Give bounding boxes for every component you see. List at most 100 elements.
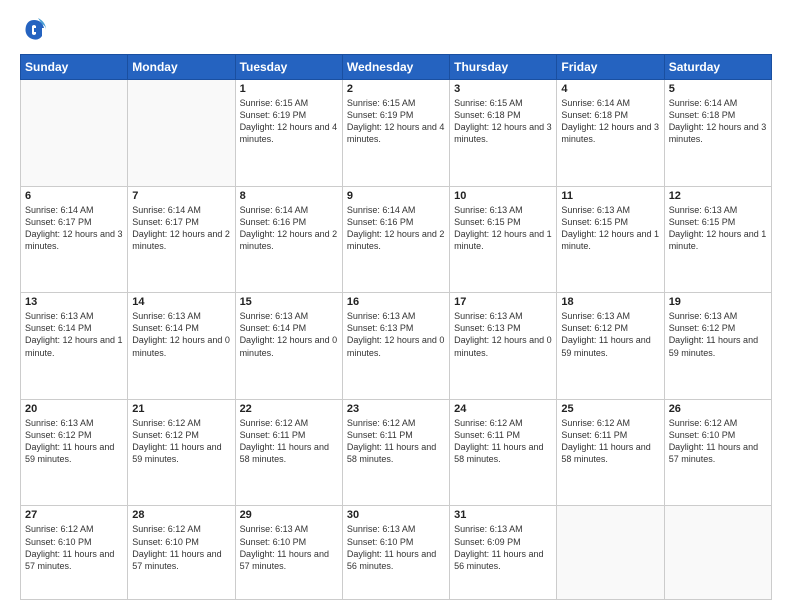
day-info: Sunrise: 6:12 AM Sunset: 6:11 PM Dayligh… — [240, 417, 338, 466]
day-number: 25 — [561, 403, 659, 415]
day-info: Sunrise: 6:12 AM Sunset: 6:10 PM Dayligh… — [669, 417, 767, 466]
day-cell: 11 Sunrise: 6:13 AM Sunset: 6:15 PM Dayli… — [557, 186, 664, 293]
week-row-4: 20 Sunrise: 6:13 AM Sunset: 6:12 PM Dayli… — [21, 399, 772, 506]
week-row-5: 27 Sunrise: 6:12 AM Sunset: 6:10 PM Dayli… — [21, 506, 772, 600]
week-row-2: 6 Sunrise: 6:14 AM Sunset: 6:17 PM Daylig… — [21, 186, 772, 293]
day-cell: 15 Sunrise: 6:13 AM Sunset: 6:14 PM Dayli… — [235, 293, 342, 400]
page: SundayMondayTuesdayWednesdayThursdayFrid… — [0, 0, 792, 612]
day-number: 8 — [240, 190, 338, 202]
day-info: Sunrise: 6:14 AM Sunset: 6:16 PM Dayligh… — [240, 204, 338, 253]
day-info: Sunrise: 6:13 AM Sunset: 6:12 PM Dayligh… — [561, 310, 659, 359]
day-number: 6 — [25, 190, 123, 202]
day-number: 17 — [454, 296, 552, 308]
day-number: 11 — [561, 190, 659, 202]
day-cell: 27 Sunrise: 6:12 AM Sunset: 6:10 PM Dayli… — [21, 506, 128, 600]
header — [20, 16, 772, 44]
day-number: 4 — [561, 83, 659, 95]
day-number: 21 — [132, 403, 230, 415]
day-number: 2 — [347, 83, 445, 95]
day-cell: 13 Sunrise: 6:13 AM Sunset: 6:14 PM Dayli… — [21, 293, 128, 400]
day-cell: 6 Sunrise: 6:14 AM Sunset: 6:17 PM Daylig… — [21, 186, 128, 293]
day-cell: 7 Sunrise: 6:14 AM Sunset: 6:17 PM Daylig… — [128, 186, 235, 293]
day-info: Sunrise: 6:15 AM Sunset: 6:18 PM Dayligh… — [454, 97, 552, 146]
day-cell: 21 Sunrise: 6:12 AM Sunset: 6:12 PM Dayli… — [128, 399, 235, 506]
day-info: Sunrise: 6:14 AM Sunset: 6:17 PM Dayligh… — [132, 204, 230, 253]
day-number: 1 — [240, 83, 338, 95]
day-info: Sunrise: 6:13 AM Sunset: 6:10 PM Dayligh… — [240, 523, 338, 572]
day-info: Sunrise: 6:13 AM Sunset: 6:09 PM Dayligh… — [454, 523, 552, 572]
day-info: Sunrise: 6:14 AM Sunset: 6:16 PM Dayligh… — [347, 204, 445, 253]
day-cell — [128, 80, 235, 187]
day-number: 3 — [454, 83, 552, 95]
day-number: 18 — [561, 296, 659, 308]
day-number: 10 — [454, 190, 552, 202]
weekday-monday: Monday — [128, 55, 235, 80]
day-cell: 29 Sunrise: 6:13 AM Sunset: 6:10 PM Dayli… — [235, 506, 342, 600]
day-cell: 14Sunrise: 6:13 AM Sunset: 6:14 PM Dayli… — [128, 293, 235, 400]
day-number: 19 — [669, 296, 767, 308]
day-cell: 30Sunrise: 6:13 AM Sunset: 6:10 PM Dayli… — [342, 506, 449, 600]
day-number: 12 — [669, 190, 767, 202]
day-info: Sunrise: 6:15 AM Sunset: 6:19 PM Dayligh… — [240, 97, 338, 146]
day-cell — [557, 506, 664, 600]
day-cell: 23 Sunrise: 6:12 AM Sunset: 6:11 PM Dayli… — [342, 399, 449, 506]
week-row-3: 13 Sunrise: 6:13 AM Sunset: 6:14 PM Dayli… — [21, 293, 772, 400]
day-info: Sunrise: 6:12 AM Sunset: 6:11 PM Dayligh… — [454, 417, 552, 466]
day-number: 29 — [240, 509, 338, 521]
day-info: Sunrise: 6:15 AM Sunset: 6:19 PM Dayligh… — [347, 97, 445, 146]
day-cell: 3 Sunrise: 6:15 AM Sunset: 6:18 PM Daylig… — [450, 80, 557, 187]
day-number: 13 — [25, 296, 123, 308]
day-info: Sunrise: 6:14 AM Sunset: 6:17 PM Dayligh… — [25, 204, 123, 253]
logo — [20, 16, 52, 44]
day-cell: 20 Sunrise: 6:13 AM Sunset: 6:12 PM Dayli… — [21, 399, 128, 506]
day-number: 15 — [240, 296, 338, 308]
day-info: Sunrise: 6:13 AM Sunset: 6:14 PM Dayligh… — [25, 310, 123, 359]
day-cell: 26 Sunrise: 6:12 AM Sunset: 6:10 PM Dayli… — [664, 399, 771, 506]
day-cell: 22 Sunrise: 6:12 AM Sunset: 6:11 PM Dayli… — [235, 399, 342, 506]
weekday-friday: Friday — [557, 55, 664, 80]
day-number: 7 — [132, 190, 230, 202]
day-cell: 31 Sunrise: 6:13 AM Sunset: 6:09 PM Dayli… — [450, 506, 557, 600]
day-info: Sunrise: 6:13 AM Sunset: 6:15 PM Dayligh… — [669, 204, 767, 253]
day-info: Sunrise: 6:13 AM Sunset: 6:15 PM Dayligh… — [454, 204, 552, 253]
day-number: 22 — [240, 403, 338, 415]
day-cell: 28 Sunrise: 6:12 AM Sunset: 6:10 PM Dayli… — [128, 506, 235, 600]
calendar-table: SundayMondayTuesdayWednesdayThursdayFrid… — [20, 54, 772, 600]
day-info: Sunrise: 6:13 AM Sunset: 6:14 PM Dayligh… — [240, 310, 338, 359]
weekday-tuesday: Tuesday — [235, 55, 342, 80]
day-number: 23 — [347, 403, 445, 415]
day-cell: 16Sunrise: 6:13 AM Sunset: 6:13 PM Dayli… — [342, 293, 449, 400]
day-info: Sunrise: 6:12 AM Sunset: 6:10 PM Dayligh… — [132, 523, 230, 572]
day-cell: 8 Sunrise: 6:14 AM Sunset: 6:16 PM Daylig… — [235, 186, 342, 293]
day-cell: 2 Sunrise: 6:15 AM Sunset: 6:19 PM Daylig… — [342, 80, 449, 187]
day-info: Sunrise: 6:12 AM Sunset: 6:11 PM Dayligh… — [347, 417, 445, 466]
day-info: Sunrise: 6:13 AM Sunset: 6:13 PM Dayligh… — [454, 310, 552, 359]
weekday-saturday: Saturday — [664, 55, 771, 80]
day-cell: 5Sunrise: 6:14 AM Sunset: 6:18 PM Daylig… — [664, 80, 771, 187]
day-info: Sunrise: 6:12 AM Sunset: 6:12 PM Dayligh… — [132, 417, 230, 466]
day-cell: 17 Sunrise: 6:13 AM Sunset: 6:13 PM Dayli… — [450, 293, 557, 400]
day-number: 31 — [454, 509, 552, 521]
day-cell: 9Sunrise: 6:14 AM Sunset: 6:16 PM Daylig… — [342, 186, 449, 293]
day-info: Sunrise: 6:12 AM Sunset: 6:11 PM Dayligh… — [561, 417, 659, 466]
day-info: Sunrise: 6:13 AM Sunset: 6:12 PM Dayligh… — [25, 417, 123, 466]
day-number: 16 — [347, 296, 445, 308]
day-cell: 4Sunrise: 6:14 AM Sunset: 6:18 PM Daylig… — [557, 80, 664, 187]
day-number: 24 — [454, 403, 552, 415]
week-row-1: 1 Sunrise: 6:15 AM Sunset: 6:19 PM Daylig… — [21, 80, 772, 187]
day-number: 26 — [669, 403, 767, 415]
day-number: 27 — [25, 509, 123, 521]
day-cell: 10 Sunrise: 6:13 AM Sunset: 6:15 PM Dayli… — [450, 186, 557, 293]
day-number: 30 — [347, 509, 445, 521]
weekday-thursday: Thursday — [450, 55, 557, 80]
day-cell — [664, 506, 771, 600]
day-cell: 24 Sunrise: 6:12 AM Sunset: 6:11 PM Dayli… — [450, 399, 557, 506]
weekday-sunday: Sunday — [21, 55, 128, 80]
day-number: 28 — [132, 509, 230, 521]
day-info: Sunrise: 6:12 AM Sunset: 6:10 PM Dayligh… — [25, 523, 123, 572]
day-info: Sunrise: 6:14 AM Sunset: 6:18 PM Dayligh… — [669, 97, 767, 146]
day-cell: 1 Sunrise: 6:15 AM Sunset: 6:19 PM Daylig… — [235, 80, 342, 187]
day-number: 20 — [25, 403, 123, 415]
day-info: Sunrise: 6:13 AM Sunset: 6:15 PM Dayligh… — [561, 204, 659, 253]
day-cell: 25 Sunrise: 6:12 AM Sunset: 6:11 PM Dayli… — [557, 399, 664, 506]
